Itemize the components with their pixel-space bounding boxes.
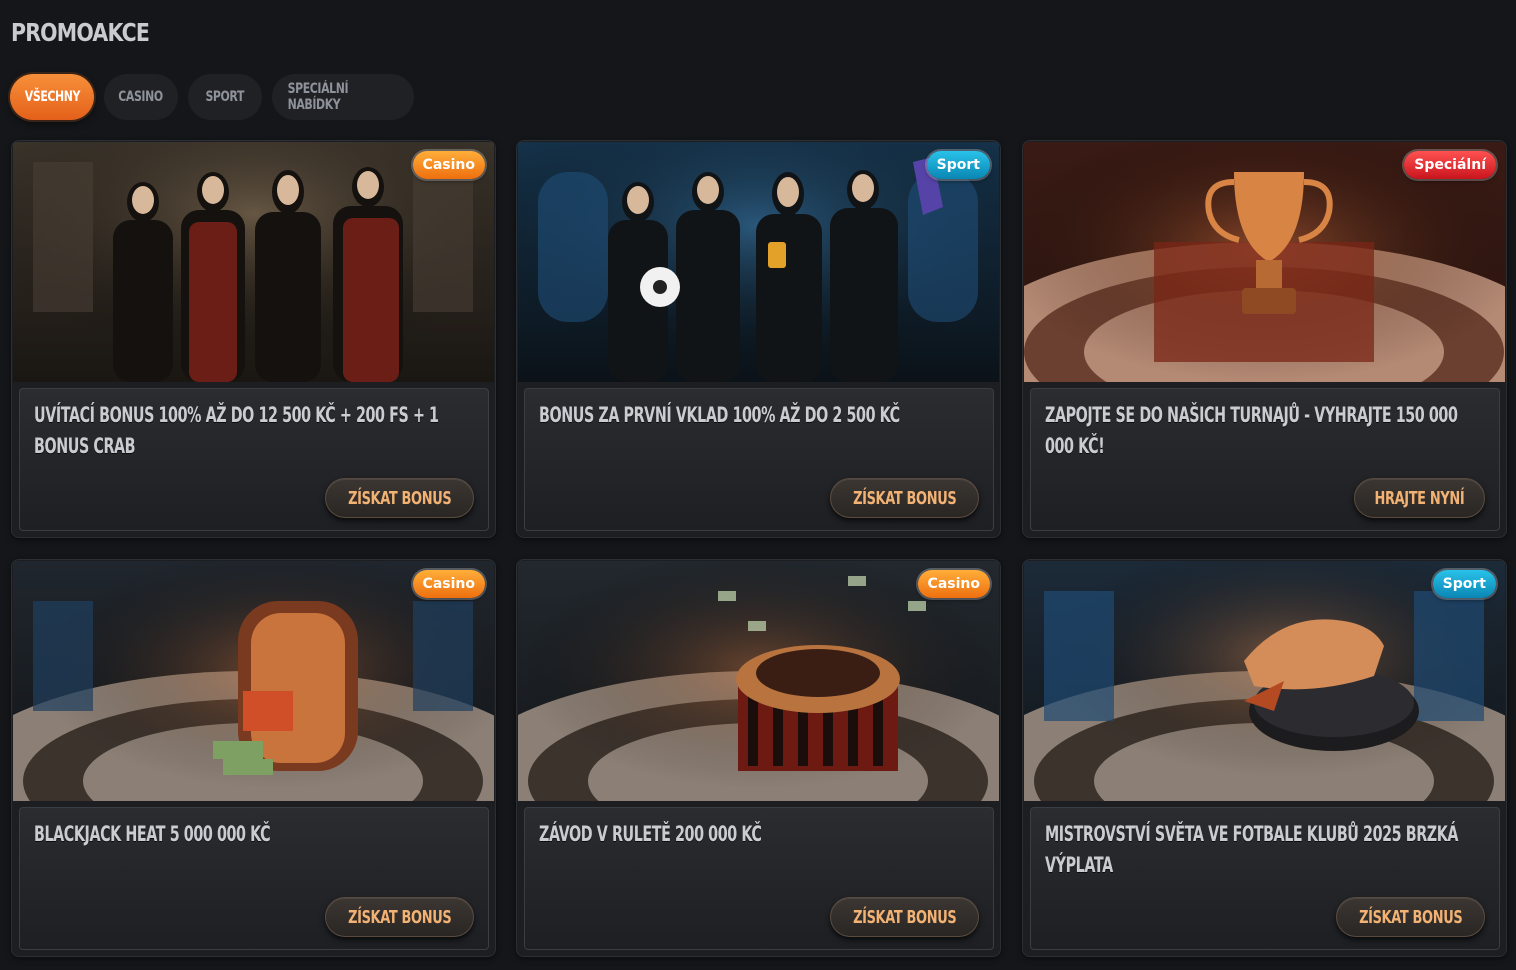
cta-label: ZÍSKAT BONUS bbox=[852, 487, 957, 509]
promo-card-body: ZÁVOD V RULETĚ 200 000 KČ ZÍSKAT BONUS bbox=[524, 807, 994, 950]
category-badge: Sport bbox=[926, 151, 990, 179]
tab-all[interactable]: VŠECHNY bbox=[10, 74, 94, 120]
filter-tabs: VŠECHNY CASINO SPORT SPECIÁLNÍ NABÍDKY bbox=[10, 74, 414, 120]
promo-card-roulette-race[interactable]: Casino ZÁVOD V RULETĚ 200 000 KČ ZÍSKAT … bbox=[516, 559, 1001, 957]
promo-card-body: MISTROVSTVÍ SVĚTA VE FOTBALE KLUBŮ 2025 … bbox=[1030, 807, 1500, 950]
tab-label: SPORT bbox=[205, 89, 245, 105]
tab-label: SPECIÁLNÍ NABÍDKY bbox=[287, 81, 349, 113]
promo-image-characters-sport: Sport bbox=[518, 142, 999, 382]
get-bonus-button[interactable]: ZÍSKAT BONUS bbox=[1335, 897, 1485, 937]
tab-special-offers[interactable]: SPECIÁLNÍ NABÍDKY bbox=[272, 74, 414, 120]
get-bonus-button[interactable]: ZÍSKAT BONUS bbox=[324, 478, 474, 518]
promo-card-body: BONUS ZA PRVNÍ VKLAD 100% AŽ DO 2 500 KČ… bbox=[524, 388, 994, 531]
promo-title: MISTROVSTVÍ SVĚTA VE FOTBALE KLUBŮ 2025 … bbox=[1045, 822, 1459, 877]
get-bonus-button[interactable]: ZÍSKAT BONUS bbox=[829, 897, 979, 937]
page-title: PROMOAKCE bbox=[11, 18, 150, 47]
promo-title: ZÁVOD V RULETĚ 200 000 KČ bbox=[539, 822, 762, 846]
promo-image-roulette: Casino bbox=[518, 561, 999, 801]
category-badge: Casino bbox=[412, 151, 485, 179]
promo-card-tournaments[interactable]: Speciální ZAPOJTE SE DO NAŠICH TURNAJŮ -… bbox=[1022, 140, 1507, 538]
promo-image-characters-casino: Casino bbox=[13, 142, 494, 382]
category-badge: Casino bbox=[917, 570, 990, 598]
promo-image-trophy: Speciální bbox=[1024, 142, 1505, 382]
promo-card-body: ZAPOJTE SE DO NAŠICH TURNAJŮ - VYHRAJTE … bbox=[1030, 388, 1500, 531]
promotions-page: PROMOAKCE VŠECHNY CASINO SPORT SPECIÁLNÍ… bbox=[0, 0, 1516, 970]
get-bonus-button[interactable]: ZÍSKAT BONUS bbox=[829, 478, 979, 518]
tab-casino[interactable]: CASINO bbox=[104, 74, 178, 120]
promo-card-welcome-bonus[interactable]: Casino UVÍTACÍ BONUS 100% AŽ DO 12 500 K… bbox=[11, 140, 496, 538]
tab-label: CASINO bbox=[118, 89, 164, 105]
promo-title: BONUS ZA PRVNÍ VKLAD 100% AŽ DO 2 500 KČ bbox=[539, 403, 900, 427]
cta-label: ZÍSKAT BONUS bbox=[1358, 906, 1463, 928]
promo-image-slot-machine: Casino bbox=[13, 561, 494, 801]
play-now-button[interactable]: HRAJTE NYNÍ bbox=[1354, 478, 1485, 518]
tab-sport[interactable]: SPORT bbox=[188, 74, 262, 120]
cta-label: ZÍSKAT BONUS bbox=[347, 906, 452, 928]
promo-title: ZAPOJTE SE DO NAŠICH TURNAJŮ - VYHRAJTE … bbox=[1045, 403, 1458, 458]
cta-label: ZÍSKAT BONUS bbox=[852, 906, 957, 928]
promo-title: UVÍTACÍ BONUS 100% AŽ DO 12 500 KČ + 200… bbox=[34, 403, 439, 458]
category-badge: Sport bbox=[1432, 570, 1496, 598]
cta-label: ZÍSKAT BONUS bbox=[347, 487, 452, 509]
category-badge: Speciální bbox=[1404, 151, 1496, 179]
category-badge: Casino bbox=[412, 570, 485, 598]
promo-title: BLACKJACK HEAT 5 000 000 KČ bbox=[34, 822, 271, 846]
promo-card-first-deposit-sport[interactable]: Sport BONUS ZA PRVNÍ VKLAD 100% AŽ DO 2 … bbox=[516, 140, 1001, 538]
promo-image-football-boot: Sport bbox=[1024, 561, 1505, 801]
tab-label: VŠECHNY bbox=[24, 89, 80, 105]
promo-card-club-world-cup[interactable]: Sport MISTROVSTVÍ SVĚTA VE FOTBALE KLUBŮ… bbox=[1022, 559, 1507, 957]
promo-card-body: BLACKJACK HEAT 5 000 000 KČ ZÍSKAT BONUS bbox=[19, 807, 489, 950]
get-bonus-button[interactable]: ZÍSKAT BONUS bbox=[324, 897, 474, 937]
promo-card-blackjack-heat[interactable]: Casino BLACKJACK HEAT 5 000 000 KČ ZÍSKA… bbox=[11, 559, 496, 957]
cta-label: HRAJTE NYNÍ bbox=[1374, 487, 1465, 509]
promo-card-body: UVÍTACÍ BONUS 100% AŽ DO 12 500 KČ + 200… bbox=[19, 388, 489, 531]
